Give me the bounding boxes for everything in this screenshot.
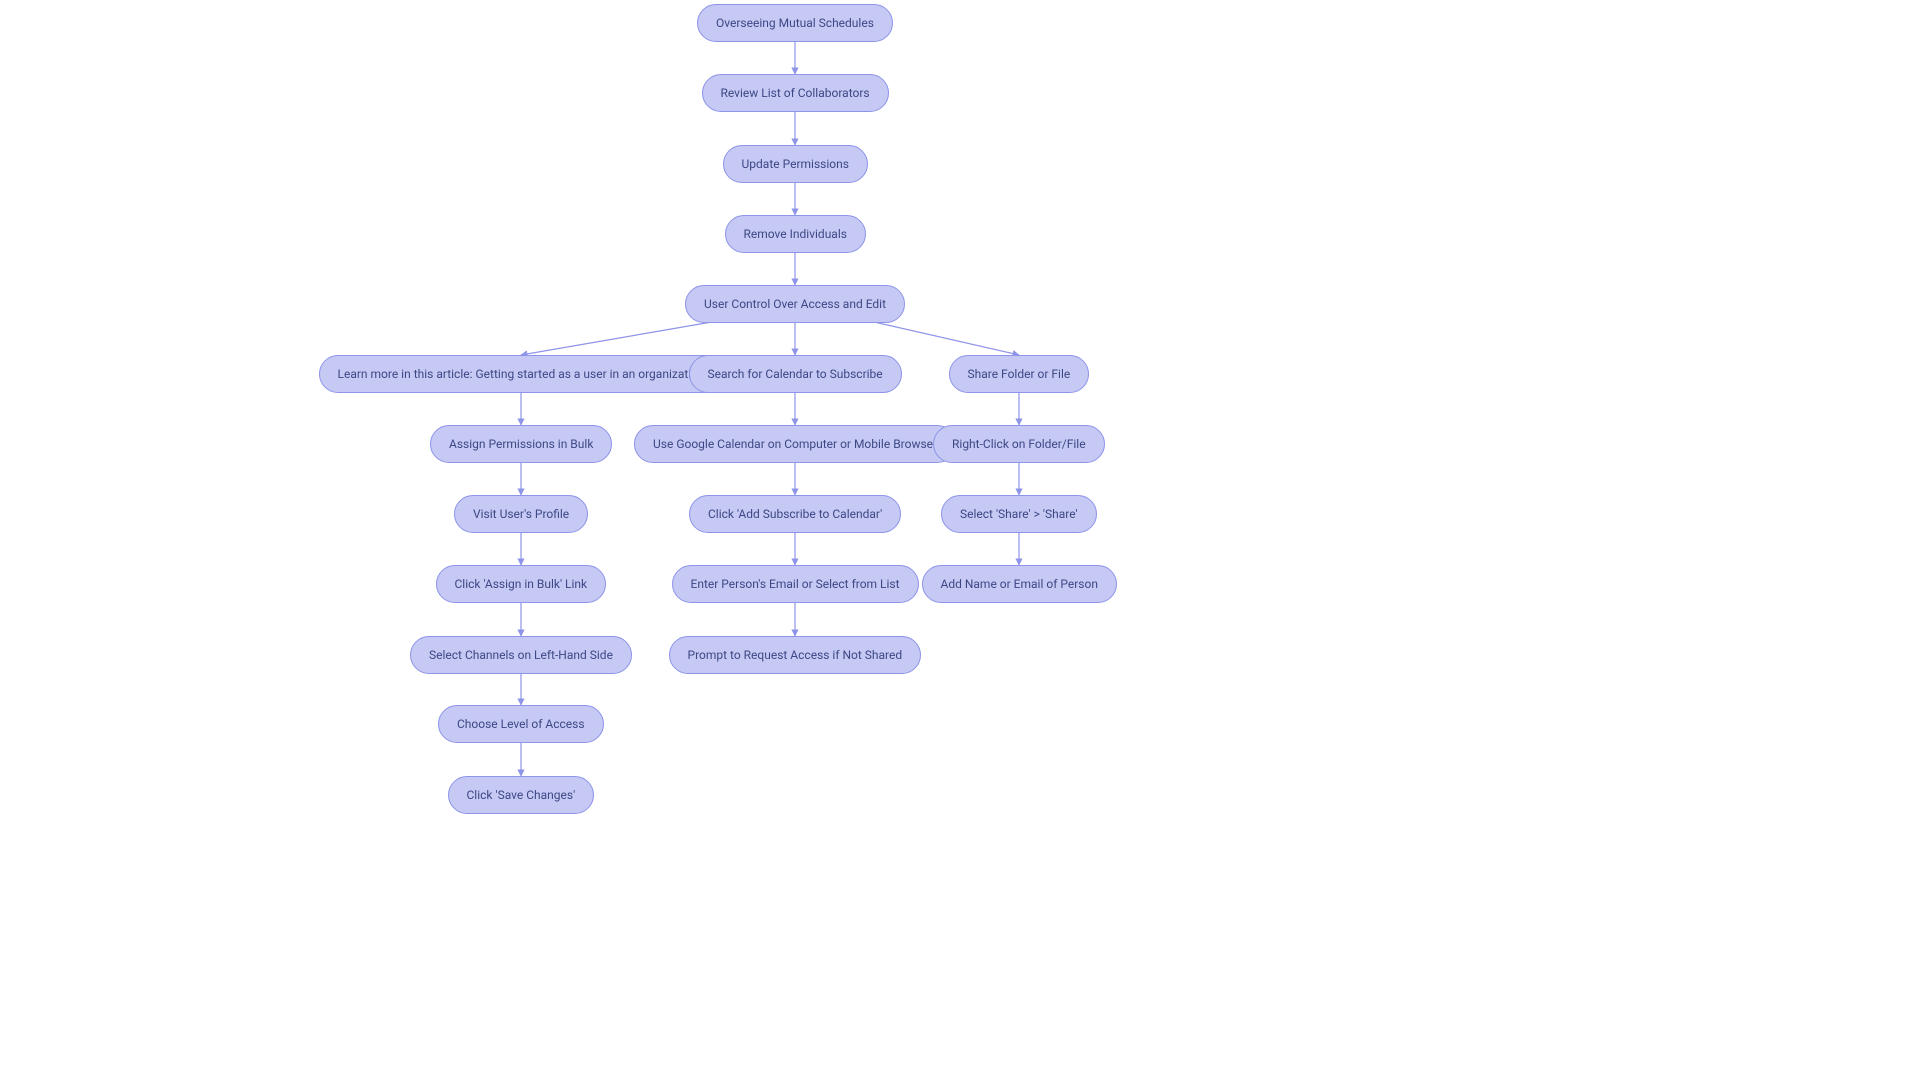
flowchart-node: Use Google Calendar on Computer or Mobil… bbox=[634, 425, 956, 463]
flowchart-edge bbox=[521, 319, 729, 355]
flowchart-edge bbox=[861, 319, 1019, 355]
flowchart-node: Search for Calendar to Subscribe bbox=[689, 355, 902, 393]
flowchart-node: Click 'Add Subscribe to Calendar' bbox=[689, 495, 901, 533]
flowchart-node: Choose Level of Access bbox=[438, 705, 604, 743]
flowchart-node: User Control Over Access and Edit bbox=[685, 285, 905, 323]
flowchart-node: Click 'Assign in Bulk' Link bbox=[436, 565, 607, 603]
flowchart-node: Assign Permissions in Bulk bbox=[430, 425, 612, 463]
flowchart-node: Visit User's Profile bbox=[454, 495, 588, 533]
flowchart-node: Add Name or Email of Person bbox=[922, 565, 1117, 603]
flowchart-node: Share Folder or File bbox=[949, 355, 1090, 393]
flowchart-node: Update Permissions bbox=[723, 145, 868, 183]
flowchart-node: Enter Person's Email or Select from List bbox=[672, 565, 919, 603]
flowchart-node: Select 'Share' > 'Share' bbox=[941, 495, 1097, 533]
flowchart-node: Review List of Collaborators bbox=[702, 74, 889, 112]
flowchart-node: Click 'Save Changes' bbox=[448, 776, 595, 814]
flowchart-node: Prompt to Request Access if Not Shared bbox=[669, 636, 922, 674]
flowchart-node: Select Channels on Left-Hand Side bbox=[410, 636, 632, 674]
flowchart-node: Overseeing Mutual Schedules bbox=[697, 4, 893, 42]
flowchart-node: Learn more in this article: Getting star… bbox=[319, 355, 724, 393]
flowchart-node: Remove Individuals bbox=[725, 215, 866, 253]
flowchart-node: Right-Click on Folder/File bbox=[933, 425, 1105, 463]
